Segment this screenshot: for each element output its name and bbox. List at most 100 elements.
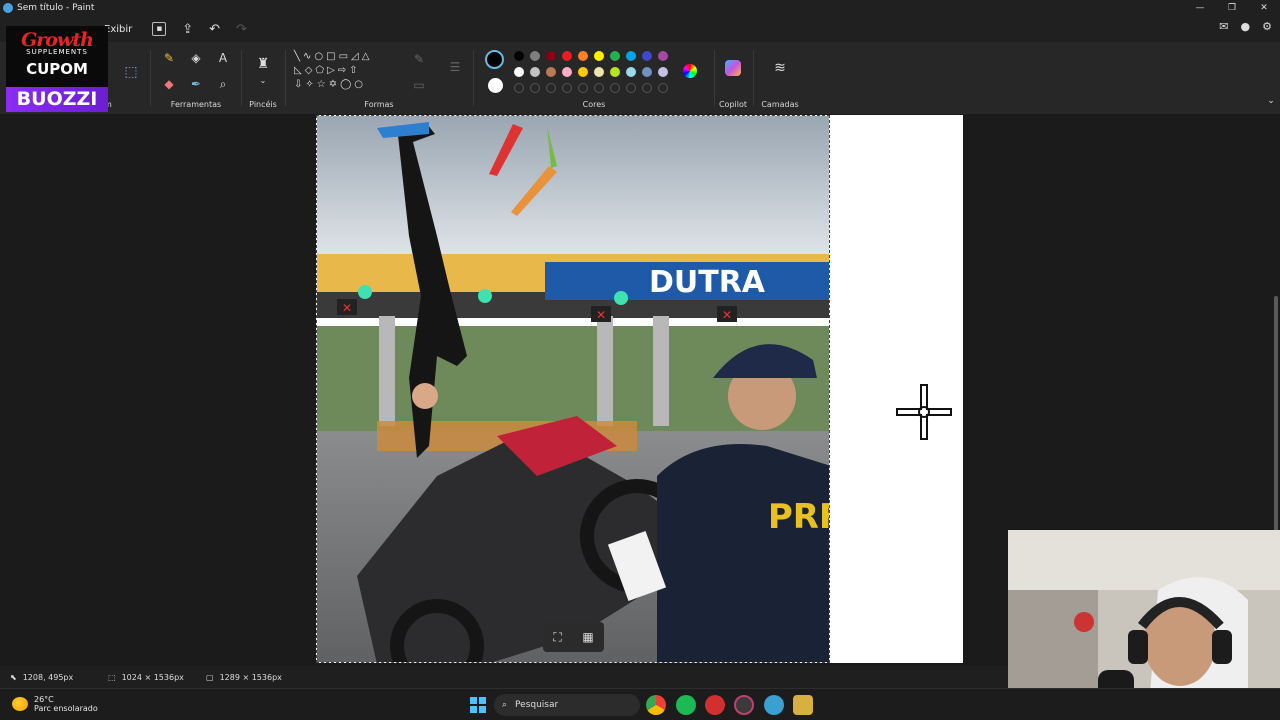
copilot-icon[interactable] xyxy=(725,60,741,76)
save-icon[interactable]: ▪ xyxy=(152,22,167,36)
color-swatch[interactable] xyxy=(594,67,604,77)
color-swatch[interactable] xyxy=(546,51,556,61)
paint-taskbar-icon[interactable] xyxy=(734,695,754,715)
color-swatch[interactable] xyxy=(610,67,620,77)
colors-group-label: Cores xyxy=(582,100,606,109)
account-icon[interactable]: ● xyxy=(1241,20,1251,33)
tools-group-label: Ferramentas xyxy=(170,100,222,109)
color-swatch[interactable] xyxy=(594,51,604,61)
edit-colors-icon[interactable] xyxy=(683,64,697,78)
taskbar-search[interactable]: ⌕ Pesquisar xyxy=(494,694,640,716)
chrome-icon[interactable] xyxy=(646,695,666,715)
color-picker-icon[interactable]: ✒ xyxy=(187,77,205,91)
fill-bucket-icon[interactable]: ◈ xyxy=(187,51,205,65)
svg-text:✕: ✕ xyxy=(342,301,352,315)
color-swatch[interactable] xyxy=(530,83,540,93)
svg-text:✕: ✕ xyxy=(722,308,732,322)
undo-icon[interactable]: ↶ xyxy=(209,22,220,37)
color-swatch[interactable] xyxy=(578,67,588,77)
color-swatch[interactable] xyxy=(514,51,524,61)
selection-size: ⬚ 1024 × 1536px xyxy=(108,672,184,682)
share-icon[interactable]: ⇪ xyxy=(182,22,193,37)
title-bar: Sem título - Paint — ❐ ✕ xyxy=(0,0,1280,16)
outline-icon[interactable]: ✎ xyxy=(410,52,428,66)
shape-size-icon[interactable]: ☰ xyxy=(446,60,464,74)
color-swatch[interactable] xyxy=(546,67,556,77)
color-swatch[interactable] xyxy=(658,83,668,93)
color-swatch[interactable] xyxy=(626,83,636,93)
image-resize-icon[interactable]: ⬚ xyxy=(122,64,140,80)
color-swatch[interactable] xyxy=(562,51,572,61)
color-swatch[interactable] xyxy=(658,51,668,61)
shapes-group: ╲∿○□▭◿△ ◺◇⬠▷⇨⇧ ⇩✧☆✡◯○ ✎ ▭ ☰ Formas xyxy=(286,42,472,114)
brush-icon[interactable]: ♜ xyxy=(254,56,272,72)
tools-group: ✎ ◈ A ◆ ✒ ⌕ Ferramentas xyxy=(152,42,240,114)
color-swatch[interactable] xyxy=(562,83,572,93)
layers-group: ≋ Camadas xyxy=(754,42,806,114)
color-swatch[interactable] xyxy=(546,83,556,93)
layers-icon[interactable]: ≋ xyxy=(771,60,789,76)
cursor-position: ⬉ 1208, 495px xyxy=(10,672,74,682)
settings-gear-icon[interactable]: ⚙ xyxy=(1262,20,1272,33)
layers-group-label: Camadas xyxy=(761,100,799,109)
taskbar: 26°C Parc ensolarado ⌕ Pesquisar xyxy=(0,688,1280,720)
color-swatch[interactable] xyxy=(658,67,668,77)
shapes-gallery[interactable]: ╲∿○□▭◿△ ◺◇⬠▷⇨⇧ ⇩✧☆✡◯○ xyxy=(294,50,402,92)
primary-color[interactable] xyxy=(485,50,504,69)
color-swatch[interactable] xyxy=(530,67,540,77)
canvas-size-icon: ▢ xyxy=(206,672,214,682)
selection-floating-toolbar: ⛶ ▦ xyxy=(543,622,604,652)
color-swatch[interactable] xyxy=(610,51,620,61)
toll-plaza-photo: DUTRA ✕ ✕ ✕ PRF xyxy=(317,116,830,662)
color-swatch[interactable] xyxy=(594,83,604,93)
sponsor-code: BUOZZI xyxy=(6,87,108,112)
ribbon: ⬚ m ✎ ◈ A ◆ ✒ ⌕ Ferramentas ♜ ⌄ Pincéis … xyxy=(0,42,1280,114)
start-button[interactable] xyxy=(470,697,486,713)
close-button[interactable]: ✕ xyxy=(1248,0,1280,16)
color-swatch[interactable] xyxy=(610,83,620,93)
spotify-icon[interactable] xyxy=(676,695,696,715)
fill-shape-icon[interactable]: ▭ xyxy=(410,78,428,92)
secondary-color[interactable] xyxy=(488,78,503,93)
shapes-group-label: Formas xyxy=(364,100,394,109)
remove-background-icon[interactable]: ⛶ xyxy=(553,630,561,645)
app-icon[interactable] xyxy=(793,695,813,715)
color-swatch[interactable] xyxy=(642,83,652,93)
browser-icon[interactable] xyxy=(764,695,784,715)
minimize-button[interactable]: — xyxy=(1184,0,1216,16)
color-swatch[interactable] xyxy=(642,67,652,77)
capcut-icon[interactable] xyxy=(705,695,725,715)
color-swatch[interactable] xyxy=(578,51,588,61)
weather-widget[interactable]: 26°C Parc ensolarado xyxy=(12,695,98,713)
eraser-icon[interactable]: ◆ xyxy=(160,77,178,91)
maximize-button[interactable]: ❐ xyxy=(1216,0,1248,16)
color-swatch[interactable] xyxy=(562,67,572,77)
sun-icon xyxy=(12,697,28,711)
colors-group: Cores xyxy=(474,42,714,114)
paint-app-icon xyxy=(3,3,13,13)
feedback-icon[interactable]: ✉ xyxy=(1219,20,1228,33)
redo-icon[interactable]: ↷ xyxy=(236,22,247,37)
copilot-group: Copilot xyxy=(714,42,752,114)
menu-view[interactable]: Exibir xyxy=(104,24,132,35)
pasted-image-selection[interactable]: DUTRA ✕ ✕ ✕ PRF xyxy=(316,115,830,663)
search-icon: ⌕ xyxy=(502,700,508,710)
dutra-sign-text: DUTRA xyxy=(649,265,766,300)
color-swatch[interactable] xyxy=(626,67,636,77)
text-tool-icon[interactable]: A xyxy=(214,51,232,65)
prf-badge-text: PRF xyxy=(768,497,830,537)
color-swatch[interactable] xyxy=(514,83,524,93)
color-swatch[interactable] xyxy=(530,51,540,61)
brush-dropdown-icon[interactable]: ⌄ xyxy=(254,76,272,85)
ribbon-collapse-icon[interactable]: ⌄ xyxy=(1262,96,1280,106)
color-swatch[interactable] xyxy=(626,51,636,61)
color-swatch[interactable] xyxy=(514,67,524,77)
pencil-icon[interactable]: ✎ xyxy=(160,51,178,65)
magnifier-icon[interactable]: ⌕ xyxy=(214,77,232,92)
temperature: 26°C xyxy=(34,695,54,704)
canvas-size: ▢ 1289 × 1536px xyxy=(206,672,282,682)
generative-fill-icon[interactable]: ▦ xyxy=(582,630,593,644)
selection-icon: ⬚ xyxy=(108,672,116,682)
color-swatch[interactable] xyxy=(578,83,588,93)
color-swatch[interactable] xyxy=(642,51,652,61)
